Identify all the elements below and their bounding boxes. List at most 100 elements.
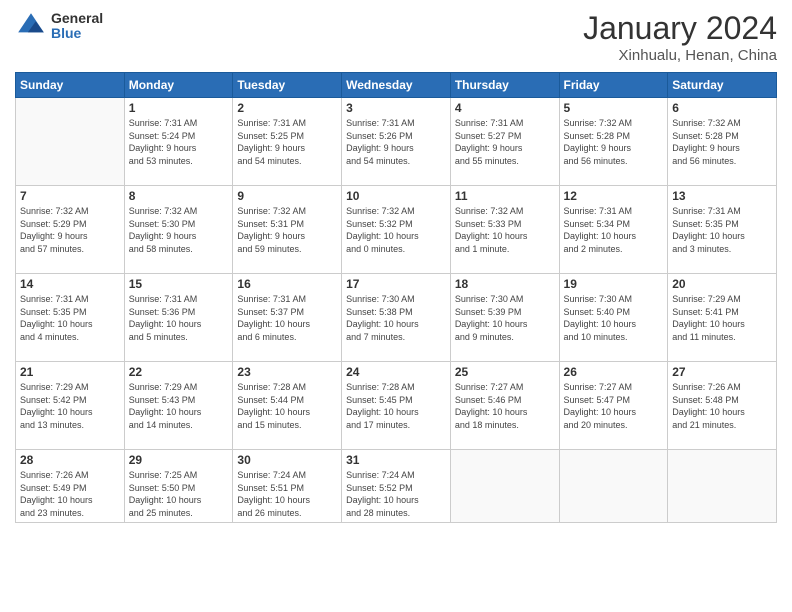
day-cell: 4Sunrise: 7:31 AM Sunset: 5:27 PM Daylig… (450, 98, 559, 186)
day-cell: 12 Sunrise: 7:31 AM Sunset: 5:34 PM Dayli… (559, 186, 668, 274)
day-number: 16 (237, 277, 337, 291)
page: General Blue January 2024 Xinhualu, Hena… (0, 0, 792, 612)
day-info: Sunrise: 7:31 AM Sunset: 5:35 PM Dayligh… (672, 205, 772, 255)
day-info: Sunrise: 7:28 AM Sunset: 5:45 PM Dayligh… (346, 381, 446, 431)
logo-text: General Blue (51, 11, 103, 42)
day-info: Sunrise: 7:30 AM Sunset: 5:38 PM Dayligh… (346, 293, 446, 343)
day-info: Sunrise: 7:29 AM Sunset: 5:41 PM Dayligh… (672, 293, 772, 343)
day-cell: 14Sunrise: 7:31 AM Sunset: 5:35 PM Dayli… (16, 274, 125, 362)
day-number: 15 (129, 277, 229, 291)
day-number: 30 (237, 453, 337, 467)
header: General Blue January 2024 Xinhualu, Hena… (15, 10, 777, 64)
day-info: Sunrise: 7:24 AM Sunset: 5:51 PM Dayligh… (237, 469, 337, 519)
day-header: Monday (124, 73, 233, 98)
calendar-title: January 2024 (583, 10, 777, 47)
day-cell (16, 98, 125, 186)
day-number: 12 (564, 189, 664, 203)
day-info: Sunrise: 7:32 AM Sunset: 5:28 PM Dayligh… (672, 117, 772, 167)
day-cell: 1Sunrise: 7:31 AM Sunset: 5:24 PM Daylig… (124, 98, 233, 186)
day-cell: 19Sunrise: 7:30 AM Sunset: 5:40 PM Dayli… (559, 274, 668, 362)
day-cell: 11 Sunrise: 7:32 AM Sunset: 5:33 PM Dayli… (450, 186, 559, 274)
day-number: 25 (455, 365, 555, 379)
day-info: Sunrise: 7:31 AM Sunset: 5:26 PM Dayligh… (346, 117, 446, 167)
day-info: Sunrise: 7:31 AM Sunset: 5:27 PM Dayligh… (455, 117, 555, 167)
day-cell: 18Sunrise: 7:30 AM Sunset: 5:39 PM Dayli… (450, 274, 559, 362)
week-row: 21 Sunrise: 7:29 AM Sunset: 5:42 PM Dayli… (16, 362, 777, 450)
week-row: 28Sunrise: 7:26 AM Sunset: 5:49 PM Dayli… (16, 450, 777, 523)
day-cell (559, 450, 668, 523)
day-info: Sunrise: 7:31 AM Sunset: 5:25 PM Dayligh… (237, 117, 337, 167)
day-info: Sunrise: 7:32 AM Sunset: 5:28 PM Dayligh… (564, 117, 664, 167)
day-info: Sunrise: 7:29 AM Sunset: 5:42 PM Dayligh… (20, 381, 120, 431)
day-header: Saturday (668, 73, 777, 98)
day-info: Sunrise: 7:31 AM Sunset: 5:35 PM Dayligh… (20, 293, 120, 343)
day-number: 11 (455, 189, 555, 203)
day-cell: 27Sunrise: 7:26 AM Sunset: 5:48 PM Dayli… (668, 362, 777, 450)
day-info: Sunrise: 7:31 AM Sunset: 5:24 PM Dayligh… (129, 117, 229, 167)
day-number: 31 (346, 453, 446, 467)
day-cell: 16 Sunrise: 7:31 AM Sunset: 5:37 PM Dayli… (233, 274, 342, 362)
calendar-table: SundayMondayTuesdayWednesdayThursdayFrid… (15, 72, 777, 523)
day-header: Tuesday (233, 73, 342, 98)
day-cell: 6 Sunrise: 7:32 AM Sunset: 5:28 PM Daylig… (668, 98, 777, 186)
day-info: Sunrise: 7:32 AM Sunset: 5:29 PM Dayligh… (20, 205, 120, 255)
day-cell (450, 450, 559, 523)
header-row: SundayMondayTuesdayWednesdayThursdayFrid… (16, 73, 777, 98)
day-header: Thursday (450, 73, 559, 98)
day-number: 19 (564, 277, 664, 291)
day-cell: 17 Sunrise: 7:30 AM Sunset: 5:38 PM Dayli… (342, 274, 451, 362)
day-info: Sunrise: 7:31 AM Sunset: 5:34 PM Dayligh… (564, 205, 664, 255)
day-cell: 5 Sunrise: 7:32 AM Sunset: 5:28 PM Daylig… (559, 98, 668, 186)
day-cell: 25Sunrise: 7:27 AM Sunset: 5:46 PM Dayli… (450, 362, 559, 450)
day-number: 24 (346, 365, 446, 379)
day-info: Sunrise: 7:27 AM Sunset: 5:47 PM Dayligh… (564, 381, 664, 431)
day-number: 27 (672, 365, 772, 379)
day-number: 23 (237, 365, 337, 379)
week-row: 14Sunrise: 7:31 AM Sunset: 5:35 PM Dayli… (16, 274, 777, 362)
week-row: 7 Sunrise: 7:32 AM Sunset: 5:29 PM Daylig… (16, 186, 777, 274)
day-cell: 21 Sunrise: 7:29 AM Sunset: 5:42 PM Dayli… (16, 362, 125, 450)
day-number: 7 (20, 189, 120, 203)
logo: General Blue (15, 10, 103, 42)
day-number: 9 (237, 189, 337, 203)
day-info: Sunrise: 7:31 AM Sunset: 5:37 PM Dayligh… (237, 293, 337, 343)
day-info: Sunrise: 7:32 AM Sunset: 5:33 PM Dayligh… (455, 205, 555, 255)
day-number: 2 (237, 101, 337, 115)
day-number: 8 (129, 189, 229, 203)
day-number: 29 (129, 453, 229, 467)
day-header: Wednesday (342, 73, 451, 98)
day-cell: 13Sunrise: 7:31 AM Sunset: 5:35 PM Dayli… (668, 186, 777, 274)
day-cell: 29 Sunrise: 7:25 AM Sunset: 5:50 PM Dayli… (124, 450, 233, 523)
day-number: 21 (20, 365, 120, 379)
day-cell: 28Sunrise: 7:26 AM Sunset: 5:49 PM Dayli… (16, 450, 125, 523)
day-info: Sunrise: 7:31 AM Sunset: 5:36 PM Dayligh… (129, 293, 229, 343)
day-number: 5 (564, 101, 664, 115)
day-info: Sunrise: 7:29 AM Sunset: 5:43 PM Dayligh… (129, 381, 229, 431)
logo-blue: Blue (51, 26, 103, 41)
day-number: 10 (346, 189, 446, 203)
title-block: January 2024 Xinhualu, Henan, China (583, 10, 777, 64)
day-cell: 31 Sunrise: 7:24 AM Sunset: 5:52 PM Dayli… (342, 450, 451, 523)
day-info: Sunrise: 7:24 AM Sunset: 5:52 PM Dayligh… (346, 469, 446, 519)
day-cell: 10 Sunrise: 7:32 AM Sunset: 5:32 PM Dayli… (342, 186, 451, 274)
day-number: 6 (672, 101, 772, 115)
day-cell: 3 Sunrise: 7:31 AM Sunset: 5:26 PM Daylig… (342, 98, 451, 186)
day-cell: 15 Sunrise: 7:31 AM Sunset: 5:36 PM Dayli… (124, 274, 233, 362)
day-cell: 20 Sunrise: 7:29 AM Sunset: 5:41 PM Dayli… (668, 274, 777, 362)
day-number: 20 (672, 277, 772, 291)
logo-icon (15, 10, 47, 42)
day-number: 17 (346, 277, 446, 291)
day-number: 26 (564, 365, 664, 379)
day-cell: 2 Sunrise: 7:31 AM Sunset: 5:25 PM Daylig… (233, 98, 342, 186)
day-info: Sunrise: 7:32 AM Sunset: 5:32 PM Dayligh… (346, 205, 446, 255)
day-cell: 26 Sunrise: 7:27 AM Sunset: 5:47 PM Dayli… (559, 362, 668, 450)
day-cell: 24 Sunrise: 7:28 AM Sunset: 5:45 PM Dayli… (342, 362, 451, 450)
day-info: Sunrise: 7:25 AM Sunset: 5:50 PM Dayligh… (129, 469, 229, 519)
day-number: 22 (129, 365, 229, 379)
day-header: Friday (559, 73, 668, 98)
day-info: Sunrise: 7:32 AM Sunset: 5:30 PM Dayligh… (129, 205, 229, 255)
day-number: 3 (346, 101, 446, 115)
logo-general: General (51, 11, 103, 26)
day-cell: 22 Sunrise: 7:29 AM Sunset: 5:43 PM Dayli… (124, 362, 233, 450)
day-cell: 30 Sunrise: 7:24 AM Sunset: 5:51 PM Dayli… (233, 450, 342, 523)
